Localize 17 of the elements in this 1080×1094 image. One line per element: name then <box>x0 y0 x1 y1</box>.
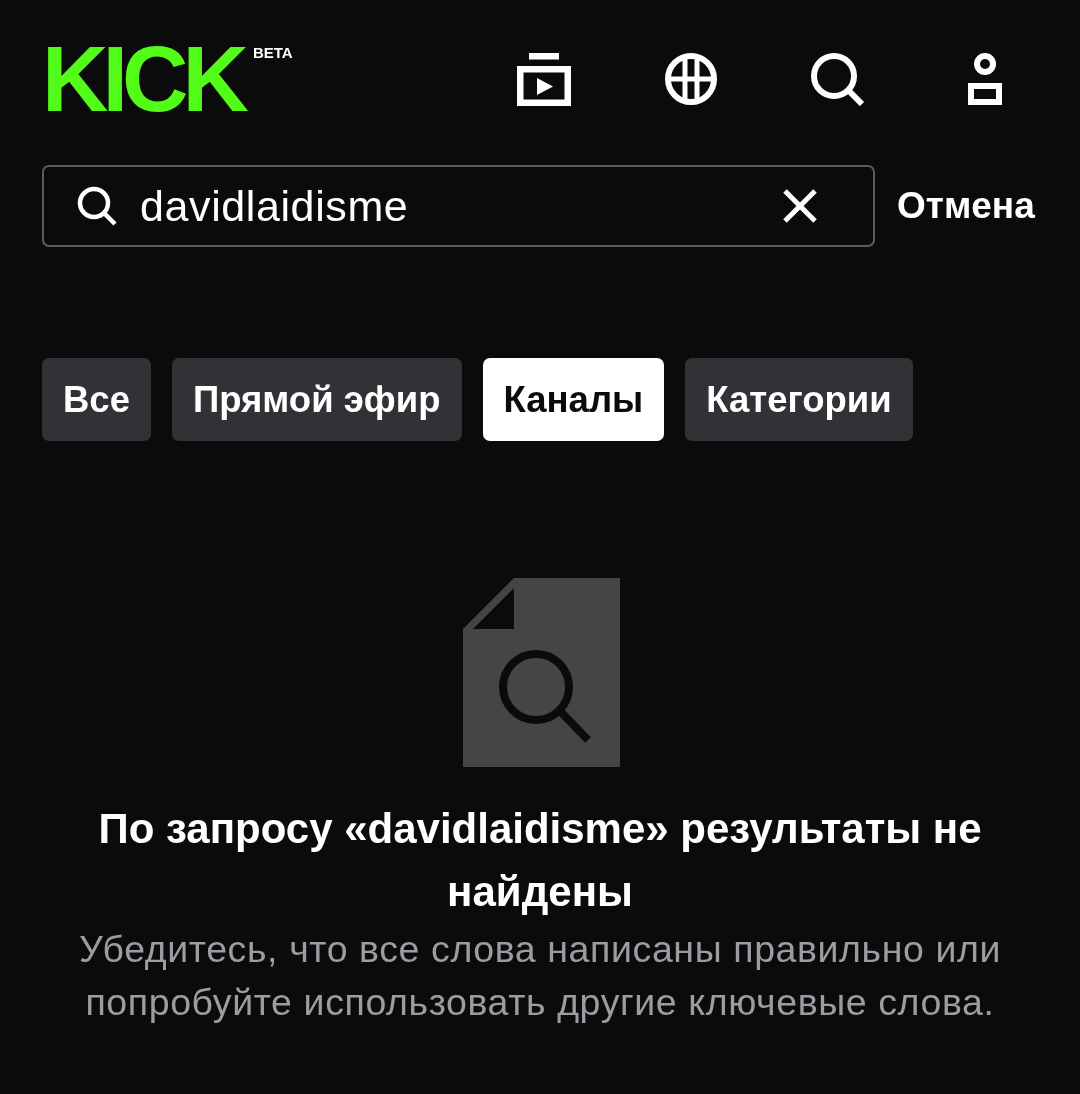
search-icon <box>77 186 117 226</box>
cancel-button[interactable]: Отмена <box>897 185 1035 227</box>
search-icon[interactable] <box>810 52 865 106</box>
video-play-icon[interactable] <box>516 52 571 106</box>
empty-state-title: По запросу «davidlaidisme» результаты не найдены <box>97 804 983 917</box>
filter-tab[interactable]: Каналы <box>482 358 665 441</box>
filter-tab[interactable]: Прямой эфир <box>171 358 462 441</box>
empty-state-message: Убедитесь, что все слова написаны правильно или попробуйте использовать другие ключевые слова. <box>77 927 1003 1025</box>
document-search-icon <box>462 578 620 767</box>
filter-tab[interactable]: Все <box>42 358 151 441</box>
globe-icon[interactable] <box>664 53 717 105</box>
search-field[interactable]: davidlaidisme <box>42 165 875 247</box>
beta-label: BETA <box>252 45 293 60</box>
filter-tab[interactable]: Категории <box>685 358 913 441</box>
close-icon[interactable] <box>782 188 818 224</box>
user-icon[interactable] <box>967 53 1002 105</box>
logo-link[interactable]: KICK$^{BETA}$ <box>42 45 293 113</box>
